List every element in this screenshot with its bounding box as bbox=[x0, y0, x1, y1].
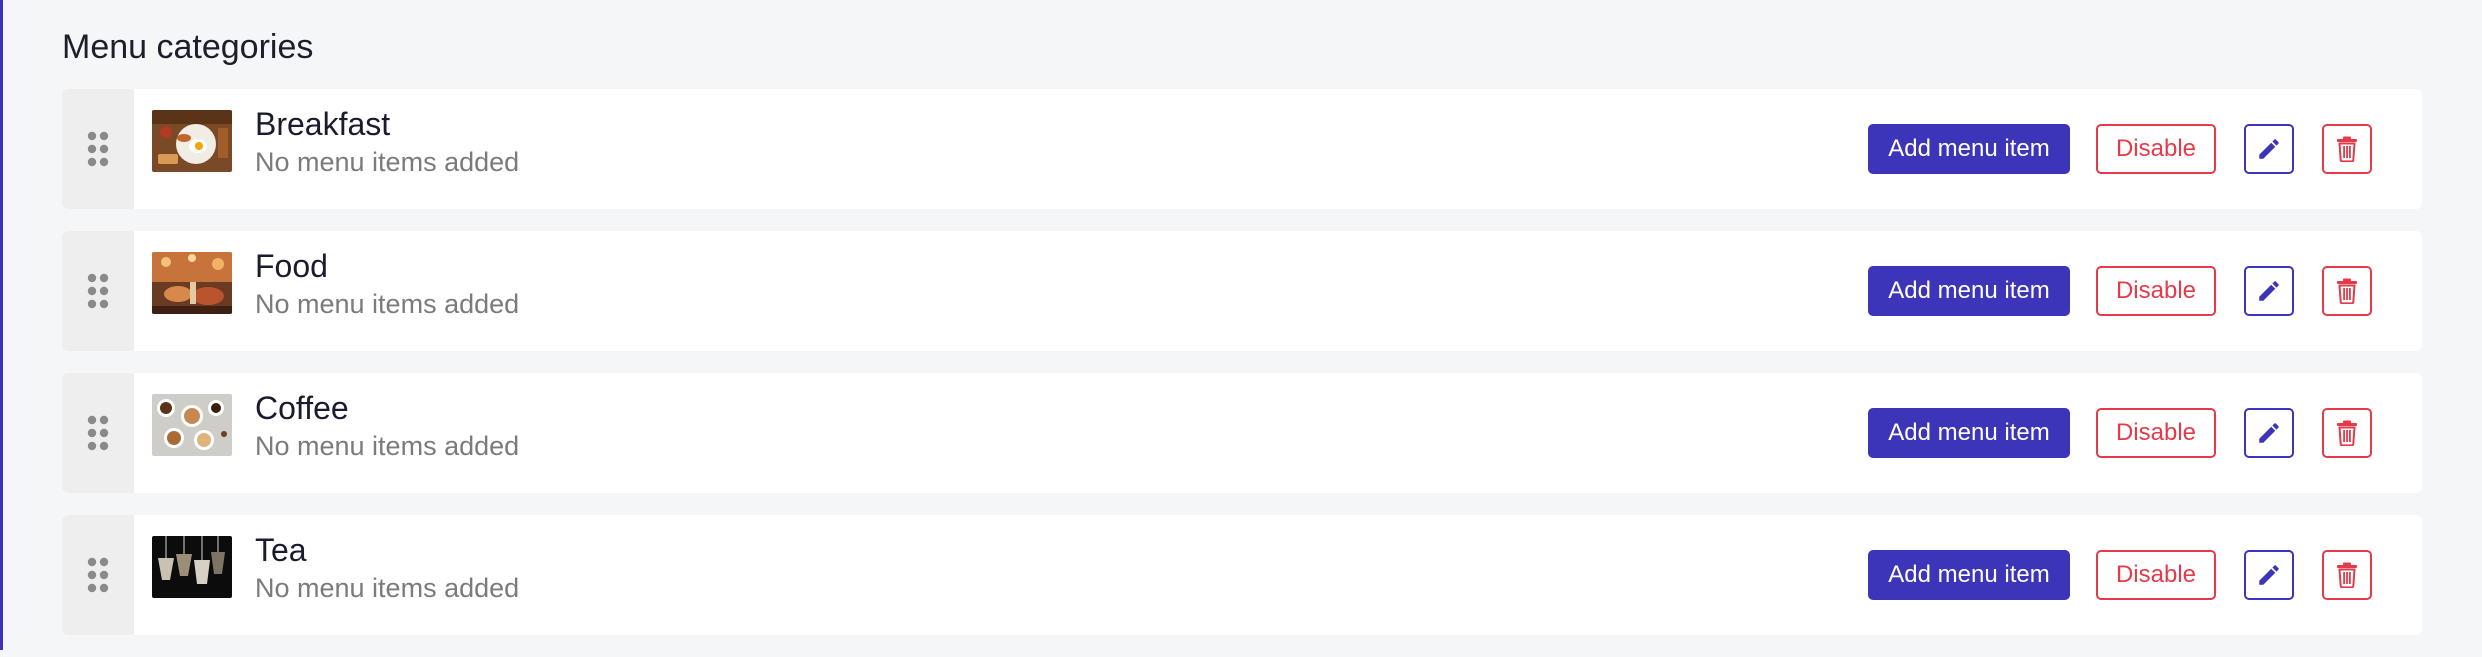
category-thumbnail bbox=[152, 110, 232, 172]
drag-handle-icon bbox=[87, 273, 109, 309]
category-actions: Add menu item Disable bbox=[1868, 231, 2422, 351]
breakfast-photo bbox=[152, 110, 232, 172]
edit-button[interactable] bbox=[2244, 266, 2294, 316]
disable-button[interactable]: Disable bbox=[2096, 408, 2216, 458]
add-menu-item-button[interactable]: Add menu item bbox=[1868, 408, 2070, 458]
trash-icon bbox=[2337, 420, 2357, 446]
category-row: Food No menu items added Add menu item D… bbox=[62, 231, 2422, 351]
drag-handle-icon bbox=[87, 557, 109, 593]
delete-button[interactable] bbox=[2322, 124, 2372, 174]
delete-button[interactable] bbox=[2322, 550, 2372, 600]
category-row: Tea No menu items added Add menu item Di… bbox=[62, 515, 2422, 635]
drag-handle[interactable] bbox=[62, 373, 134, 493]
drag-handle[interactable] bbox=[62, 515, 134, 635]
add-menu-item-button[interactable]: Add menu item bbox=[1868, 124, 2070, 174]
pencil-icon bbox=[2259, 423, 2279, 443]
category-actions: Add menu item Disable bbox=[1868, 89, 2422, 209]
category-actions: Add menu item Disable bbox=[1868, 515, 2422, 635]
edit-button[interactable] bbox=[2244, 550, 2294, 600]
pencil-icon bbox=[2259, 565, 2279, 585]
left-accent-border bbox=[0, 0, 3, 650]
trash-icon bbox=[2337, 136, 2357, 162]
disable-button[interactable]: Disable bbox=[2096, 266, 2216, 316]
edit-button[interactable] bbox=[2244, 124, 2294, 174]
disable-button[interactable]: Disable bbox=[2096, 550, 2216, 600]
delete-button[interactable] bbox=[2322, 266, 2372, 316]
category-row: Coffee No menu items added Add menu item… bbox=[62, 373, 2422, 493]
category-row: Breakfast No menu items added Add menu i… bbox=[62, 89, 2422, 209]
drag-handle-icon bbox=[87, 415, 109, 451]
pencil-icon bbox=[2259, 139, 2279, 159]
drag-handle[interactable] bbox=[62, 231, 134, 351]
delete-button[interactable] bbox=[2322, 408, 2372, 458]
disable-button[interactable]: Disable bbox=[2096, 124, 2216, 174]
trash-icon bbox=[2337, 278, 2357, 304]
food-photo bbox=[152, 252, 232, 314]
drag-handle-icon bbox=[87, 131, 109, 167]
tea-photo bbox=[152, 536, 232, 598]
page-title: Menu categories bbox=[62, 28, 314, 66]
category-thumbnail bbox=[152, 394, 232, 456]
category-thumbnail bbox=[152, 536, 232, 598]
add-menu-item-button[interactable]: Add menu item bbox=[1868, 266, 2070, 316]
coffee-photo bbox=[152, 394, 232, 456]
edit-button[interactable] bbox=[2244, 408, 2294, 458]
category-actions: Add menu item Disable bbox=[1868, 373, 2422, 493]
trash-icon bbox=[2337, 562, 2357, 588]
drag-handle[interactable] bbox=[62, 89, 134, 209]
pencil-icon bbox=[2259, 281, 2279, 301]
add-menu-item-button[interactable]: Add menu item bbox=[1868, 550, 2070, 600]
category-list: Breakfast No menu items added Add menu i… bbox=[62, 89, 2422, 657]
category-thumbnail bbox=[152, 252, 232, 314]
